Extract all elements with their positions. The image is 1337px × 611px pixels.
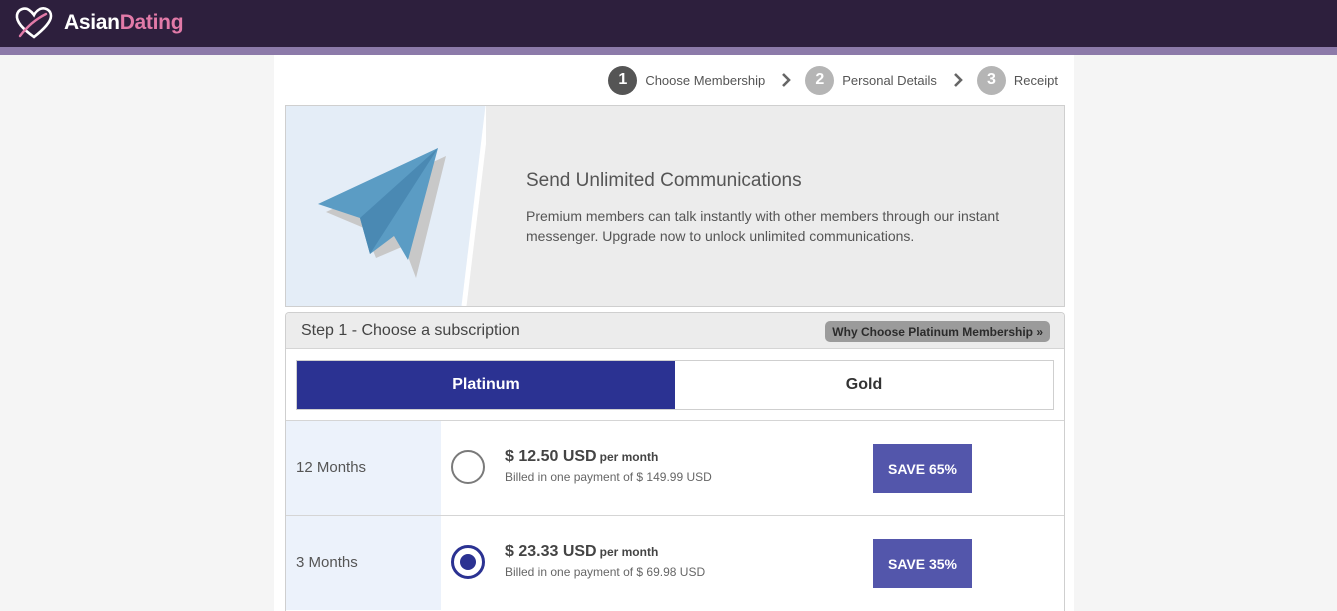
logo-text-dating: Dating	[119, 11, 184, 34]
price-amount: $ 12.50 USD	[505, 448, 597, 465]
why-platinum-button[interactable]: Why Choose Platinum Membership »	[825, 321, 1050, 342]
panel-header: Step 1 - Choose a subscription Why Choos…	[286, 313, 1064, 349]
plan-term-cell: 12 Months	[286, 421, 441, 515]
plan-term-cell: 3 Months	[286, 516, 441, 610]
price-amount: $ 23.33 USD	[505, 543, 597, 560]
banner-title: Send Unlimited Communications	[526, 170, 802, 191]
top-header: AsianDating	[0, 0, 1337, 47]
logo-text-asian: Asian	[64, 11, 120, 34]
price-period: per month	[599, 450, 659, 464]
subscription-panel: Step 1 - Choose a subscription Why Choos…	[285, 312, 1065, 611]
save-badge-button[interactable]: SAVE 65%	[873, 444, 972, 493]
plan-radio-12-months[interactable]	[451, 450, 485, 484]
panel-title: Step 1 - Choose a subscription	[301, 322, 520, 339]
site-logo[interactable]: AsianDating	[14, 6, 184, 40]
main-content: 1 Choose Membership 2 Personal Details 3…	[274, 55, 1074, 611]
plan-radio-3-months[interactable]	[451, 545, 485, 579]
plan-row-12-months[interactable]: 12 Months $ 12.50 USD per month Billed in…	[286, 420, 1064, 515]
price-period: per month	[599, 545, 659, 559]
save-badge-button[interactable]: SAVE 35%	[873, 539, 972, 588]
plan-term-label: 3 Months	[296, 554, 358, 571]
progress-steps: 1 Choose Membership 2 Personal Details 3…	[608, 65, 1058, 95]
tab-platinum[interactable]: Platinum	[297, 361, 675, 409]
step-personal-details: 2 Personal Details	[805, 65, 937, 95]
logo-text: AsianDating	[64, 11, 184, 35]
paper-plane-icon	[318, 148, 446, 278]
chevron-right-icon	[781, 72, 792, 88]
chevron-right-icon	[953, 72, 963, 88]
banner-text: Premium members can talk instantly with …	[526, 208, 1000, 244]
header-stripe	[0, 47, 1337, 55]
step-number: 1	[608, 65, 638, 95]
step-number: 3	[976, 65, 1006, 95]
billed-note: Billed in one payment of $ 149.99 USD	[505, 470, 712, 484]
radio-selected-dot	[460, 554, 476, 570]
step-receipt: 3 Receipt	[976, 65, 1058, 95]
plan-price: $ 23.33 USD per month Billed in one payme…	[505, 543, 705, 579]
plan-row-3-months[interactable]: 3 Months $ 23.33 USD per month Billed in …	[286, 515, 1064, 610]
tab-gold[interactable]: Gold	[675, 361, 1053, 409]
membership-tabs: Platinum Gold	[296, 360, 1054, 410]
step-label: Personal Details	[842, 72, 937, 88]
step-label: Choose Membership	[645, 72, 766, 88]
plan-term-label: 12 Months	[296, 459, 367, 476]
billed-note: Billed in one payment of $ 69.98 USD	[505, 565, 706, 579]
step-choose-membership: 1 Choose Membership	[608, 65, 766, 95]
step-number: 2	[805, 65, 835, 95]
heart-icon	[15, 7, 53, 39]
plan-price: $ 12.50 USD per month Billed in one payme…	[505, 448, 712, 484]
step-label: Receipt	[1013, 72, 1058, 88]
feature-banner: Send Unlimited Communications Premium me…	[285, 105, 1065, 307]
